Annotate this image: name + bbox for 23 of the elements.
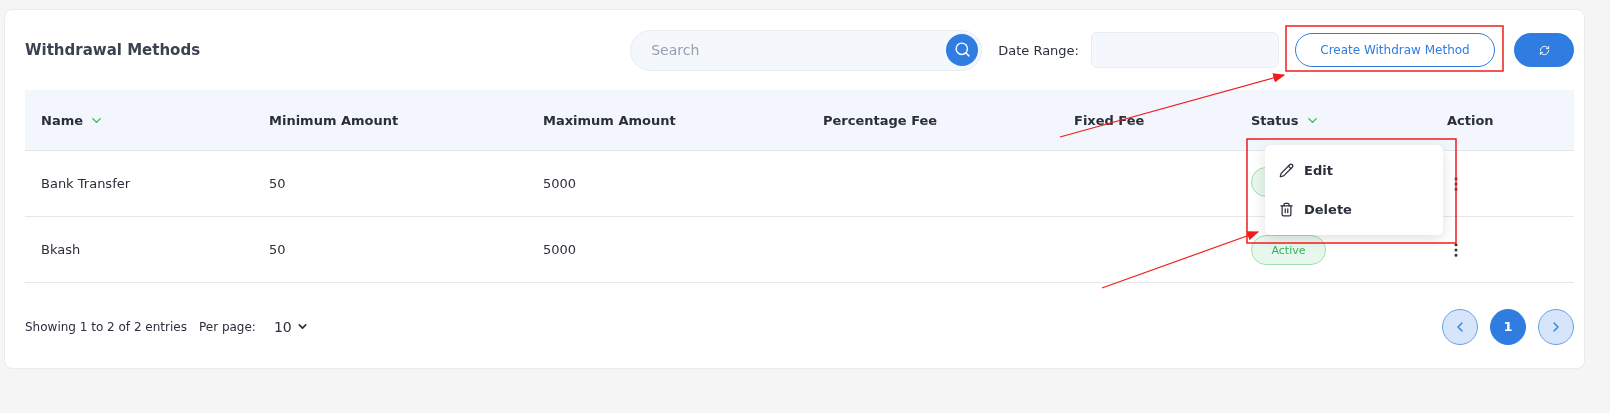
column-header: Maximum Amount — [543, 112, 676, 128]
entries-summary: Showing 1 to 2 of 2 entries — [25, 319, 187, 334]
column-header: Fixed Fee — [1074, 112, 1145, 128]
column-header: Percentage Fee — [823, 112, 938, 128]
table-cell: Bank Transfer — [41, 176, 131, 191]
search-field[interactable]: Search — [630, 29, 983, 71]
menu-item[interactable]: Edit — [1265, 151, 1443, 190]
per-page-label: Per page: — [198, 319, 256, 334]
page-title: Withdrawal Methods — [25, 41, 202, 59]
table-cell: 50 — [269, 176, 286, 191]
page-button[interactable]: 1 — [1490, 308, 1526, 345]
column-header: Status — [1251, 112, 1299, 128]
table-cell: 5000 — [543, 176, 577, 191]
date-range-label: Date Range: — [998, 42, 1079, 58]
column-header: Action — [1447, 112, 1494, 128]
table-cell: 5000 — [543, 242, 577, 257]
per-page-select[interactable]: 10 — [273, 318, 1430, 335]
table-cell: 50 — [269, 242, 286, 257]
column-header: Minimum Amount — [269, 112, 399, 128]
table-cell: Bkash — [41, 242, 81, 257]
menu-item[interactable]: Delete — [1265, 190, 1443, 229]
create-button[interactable]: Create Withdraw Method — [1295, 33, 1495, 67]
column-header: Name — [41, 112, 83, 128]
